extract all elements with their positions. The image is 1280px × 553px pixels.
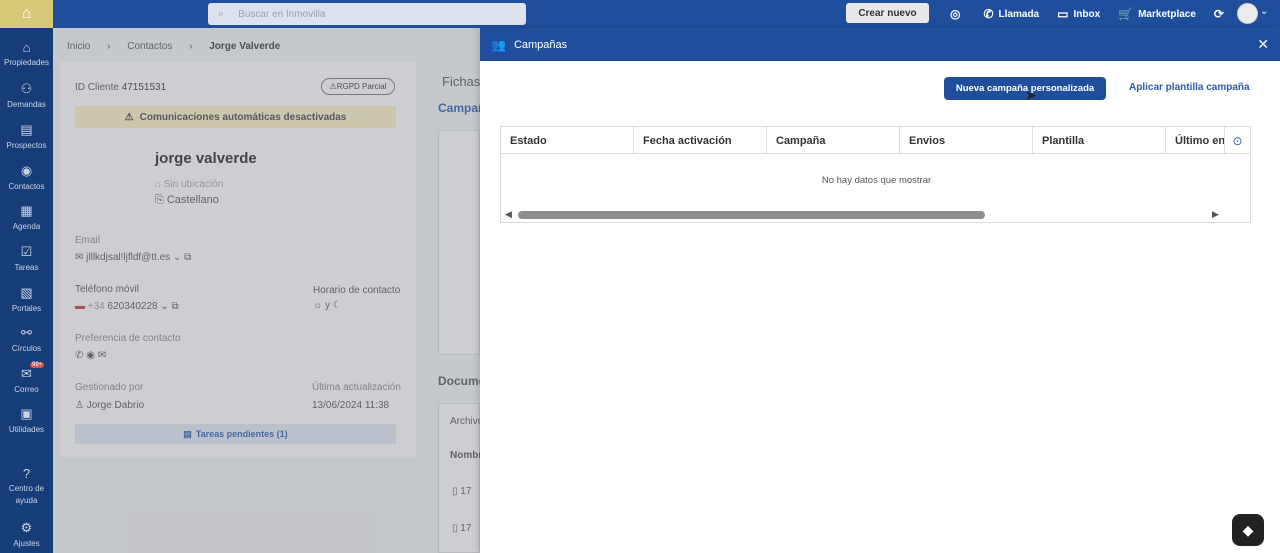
column-header-ultimo-envio[interactable]: Último env (1166, 127, 1225, 154)
mouse-cursor-icon: ➤ (1025, 87, 1037, 103)
sidebar-item-correo[interactable]: ✉ 99+ Correo (0, 362, 53, 394)
portals-icon: ▧ (20, 285, 33, 300)
sidebar-item-prospectos[interactable]: ▤ Prospectos (0, 122, 53, 150)
cart-icon: 🛒 (1118, 7, 1134, 21)
horizontal-scrollbar-thumb[interactable] (518, 211, 985, 219)
sidebar-item-ajustes[interactable]: ⚙ Ajustes (0, 520, 53, 548)
sidebar-item-circulos[interactable]: ⚯ Círculos (0, 325, 53, 353)
campaigns-table: Estado Fecha activación Campaña Envios P… (500, 126, 1251, 223)
search-icon: ⌕ (218, 7, 225, 20)
empty-message: No hay datos que mostrar (821, 175, 932, 186)
top-actions: ◎ ✆ Llamada ▭ Inbox 🛒 Marketplace ⟳ (950, 0, 1247, 28)
modal-overlay[interactable] (53, 28, 480, 553)
eye-off-icon: ◎ (950, 7, 961, 21)
mail-icon: ✉ (21, 366, 32, 381)
users-icon: 👥 (491, 37, 506, 52)
column-header-envios[interactable]: Envios (900, 127, 1033, 154)
apply-campaign-template-link[interactable]: Aplicar plantilla campaña (1129, 82, 1250, 93)
eye-off-button[interactable]: ◎ (950, 7, 965, 21)
column-header-fecha-activacion[interactable]: Fecha activación (634, 127, 767, 154)
table-header: Estado Fecha activación Campaña Envios P… (501, 127, 1250, 154)
circles-icon: ⚯ (21, 325, 32, 340)
floating-chat-button[interactable]: ◆ (1232, 514, 1264, 546)
sidebar-item-demandas[interactable]: ⚇ Demandas (0, 81, 53, 109)
sidebar-item-agenda[interactable]: ▦ Agenda (0, 203, 53, 231)
list-icon: ▤ (20, 122, 33, 137)
panel-title: Campañas (513, 38, 568, 51)
panel-header: 👥 Campañas (480, 28, 1280, 61)
sidebar-item-tareas[interactable]: ☑ Tareas (0, 244, 53, 272)
search-input[interactable]: ⌕ Buscar en Inmovilla (208, 3, 526, 25)
tasks-icon: ☑ (20, 244, 33, 259)
call-button[interactable]: ✆ Llamada (983, 7, 1039, 21)
chat-widget-icon: ◆ (1242, 521, 1254, 538)
home-icon: ⌂ (22, 40, 31, 55)
calendar-icon: ▦ (20, 203, 33, 218)
help-icon: ? (22, 466, 31, 481)
column-header-estado[interactable]: Estado (501, 127, 634, 154)
create-new-button[interactable]: Crear nuevo (846, 3, 929, 23)
sidebar-item-portales[interactable]: ▧ Portales (0, 285, 53, 313)
avatar[interactable] (1237, 3, 1258, 24)
column-header-campana[interactable]: Campaña (767, 127, 900, 154)
tools-icon: ▣ (20, 406, 33, 421)
scroll-right-arrow-icon[interactable]: ▶ (1212, 209, 1219, 220)
mail-badge: 99+ (30, 362, 45, 368)
house-logo-icon: ⌂ (21, 5, 32, 22)
column-header-plantilla[interactable]: Plantilla (1033, 127, 1166, 154)
sidebar-item-centro-ayuda[interactable]: ? Centro de ayuda (0, 466, 53, 507)
chevron-down-icon[interactable]: ⌄ (1260, 6, 1268, 17)
demands-icon: ⚇ (20, 81, 33, 96)
column-settings-icon[interactable]: ⊙ (1225, 127, 1250, 154)
search-placeholder: Buscar en Inmovilla (238, 8, 326, 20)
gear-icon: ⚙ (20, 520, 33, 535)
campaigns-panel: 👥 Campañas ✕ Nueva campaña personalizada… (480, 28, 1280, 553)
sidebar-item-contactos[interactable]: ◉ Contactos (0, 163, 53, 191)
inbox-button[interactable]: ▭ Inbox (1057, 7, 1100, 21)
refresh-icon: ⟳ (1213, 7, 1224, 21)
sidebar-item-utilidades[interactable]: ▣ Utilidades (0, 406, 53, 434)
inbox-icon: ▭ (1057, 7, 1069, 21)
user-circle-icon: ◉ (20, 163, 33, 178)
refresh-button[interactable]: ⟳ (1214, 7, 1229, 21)
scroll-left-arrow-icon[interactable]: ◀ (505, 209, 512, 220)
phone-icon: ✆ (983, 7, 994, 21)
app-logo[interactable]: ⌂ (0, 0, 53, 28)
marketplace-button[interactable]: 🛒 Marketplace (1118, 7, 1196, 21)
sidebar: ⌂ Propiedades ⚇ Demandas ▤ Prospectos ◉ Cont… (0, 28, 53, 553)
sidebar-item-propiedades[interactable]: ⌂ Propiedades (0, 40, 53, 67)
close-icon[interactable]: ✕ (1257, 36, 1269, 53)
